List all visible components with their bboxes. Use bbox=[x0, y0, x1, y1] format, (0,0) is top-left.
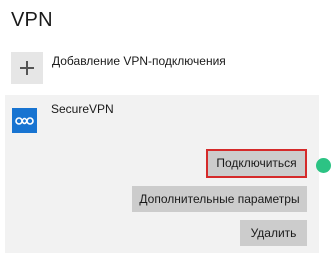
plus-vertical-stroke bbox=[26, 61, 28, 75]
vpn-connection-name: SecureVPN bbox=[51, 102, 114, 116]
add-vpn-connection[interactable]: Добавление VPN-подключения bbox=[11, 52, 226, 84]
page-title: VPN bbox=[11, 9, 53, 31]
status-dot-icon bbox=[316, 158, 331, 173]
vpn-link-glyph bbox=[15, 116, 34, 125]
delete-button[interactable]: Удалить bbox=[240, 220, 307, 246]
advanced-options-button[interactable]: Дополнительные параметры bbox=[132, 186, 307, 212]
plus-icon[interactable] bbox=[11, 52, 43, 84]
vpn-connection-icon bbox=[12, 108, 37, 133]
connect-button[interactable]: Подключиться bbox=[208, 151, 305, 176]
add-vpn-connection-label[interactable]: Добавление VPN-подключения bbox=[52, 54, 226, 68]
